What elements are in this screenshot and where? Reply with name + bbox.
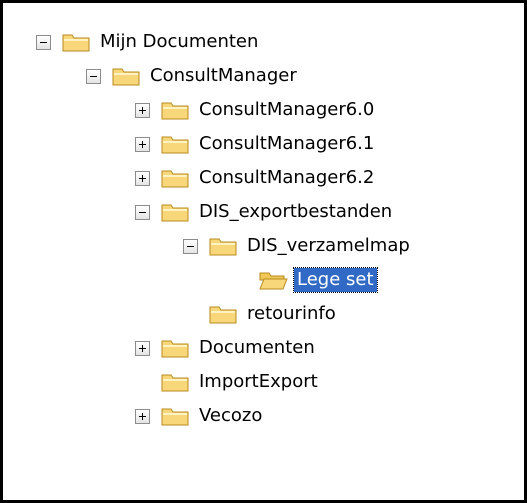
folder-icon <box>161 204 189 222</box>
tree-node-label: Vecozo <box>199 405 263 426</box>
open-folder-icon <box>259 272 288 290</box>
tree-node-label-selected: Lege set <box>293 267 378 293</box>
tree-node-documenten[interactable]: Documenten <box>135 331 318 365</box>
collapse-minus-icon[interactable] <box>36 34 51 50</box>
expand-plus-icon[interactable] <box>135 170 150 186</box>
tree-node-label: Mijn Documenten <box>100 31 259 52</box>
collapse-minus-icon[interactable] <box>183 238 198 254</box>
folder-icon <box>161 408 189 426</box>
collapse-minus-icon[interactable] <box>86 68 101 84</box>
tree-node-label: retourinfo <box>247 303 336 324</box>
tree-node-label: ConsultManager6.2 <box>199 167 375 188</box>
folder-icon <box>161 136 189 154</box>
tree-node-consultmanager6-2[interactable]: ConsultManager6.2 <box>135 161 377 195</box>
tree-node-consultmanager[interactable]: ConsultManager <box>86 59 300 93</box>
folder-icon <box>62 34 90 52</box>
tree-node-consultmanager6-1[interactable]: ConsultManager6.1 <box>135 127 377 161</box>
folder-icon <box>209 238 237 256</box>
tree-node-label: ConsultManager6.0 <box>199 99 375 120</box>
folder-icon <box>161 340 189 358</box>
folder-icon <box>161 374 189 392</box>
tree-node-retourinfo[interactable]: retourinfo <box>183 297 339 331</box>
folder-icon <box>161 102 189 120</box>
tree-node-importexport[interactable]: ImportExport <box>135 365 321 399</box>
tree-node-label: ConsultManager6.1 <box>199 133 375 154</box>
folder-icon <box>112 68 140 86</box>
tree-node-label: ConsultManager <box>150 65 297 86</box>
expand-plus-icon[interactable] <box>135 340 150 356</box>
tree-node-label: DIS_exportbestanden <box>199 201 393 222</box>
folder-icon <box>161 170 189 188</box>
tree-node-lege-set[interactable]: Lege set <box>233 263 378 297</box>
tree-node-dis-exportbestanden[interactable]: DIS_exportbestanden <box>135 195 395 229</box>
folder-icon <box>209 306 237 324</box>
tree-node-vecozo[interactable]: Vecozo <box>135 399 265 433</box>
folder-tree-panel: Mijn Documenten ConsultManager ConsultMa… <box>0 0 527 503</box>
expand-plus-icon[interactable] <box>135 408 150 424</box>
collapse-minus-icon[interactable] <box>135 204 150 220</box>
tree-node-dis-verzamelmap[interactable]: DIS_verzamelmap <box>183 229 413 263</box>
tree-node-label: DIS_verzamelmap <box>247 235 410 256</box>
tree-node-label: ImportExport <box>199 371 318 392</box>
expand-plus-icon[interactable] <box>135 136 150 152</box>
tree-node-mijn-documenten[interactable]: Mijn Documenten <box>36 25 261 59</box>
expand-plus-icon[interactable] <box>135 102 150 118</box>
tree-node-consultmanager6-0[interactable]: ConsultManager6.0 <box>135 93 377 127</box>
tree-node-label: Documenten <box>199 337 315 358</box>
